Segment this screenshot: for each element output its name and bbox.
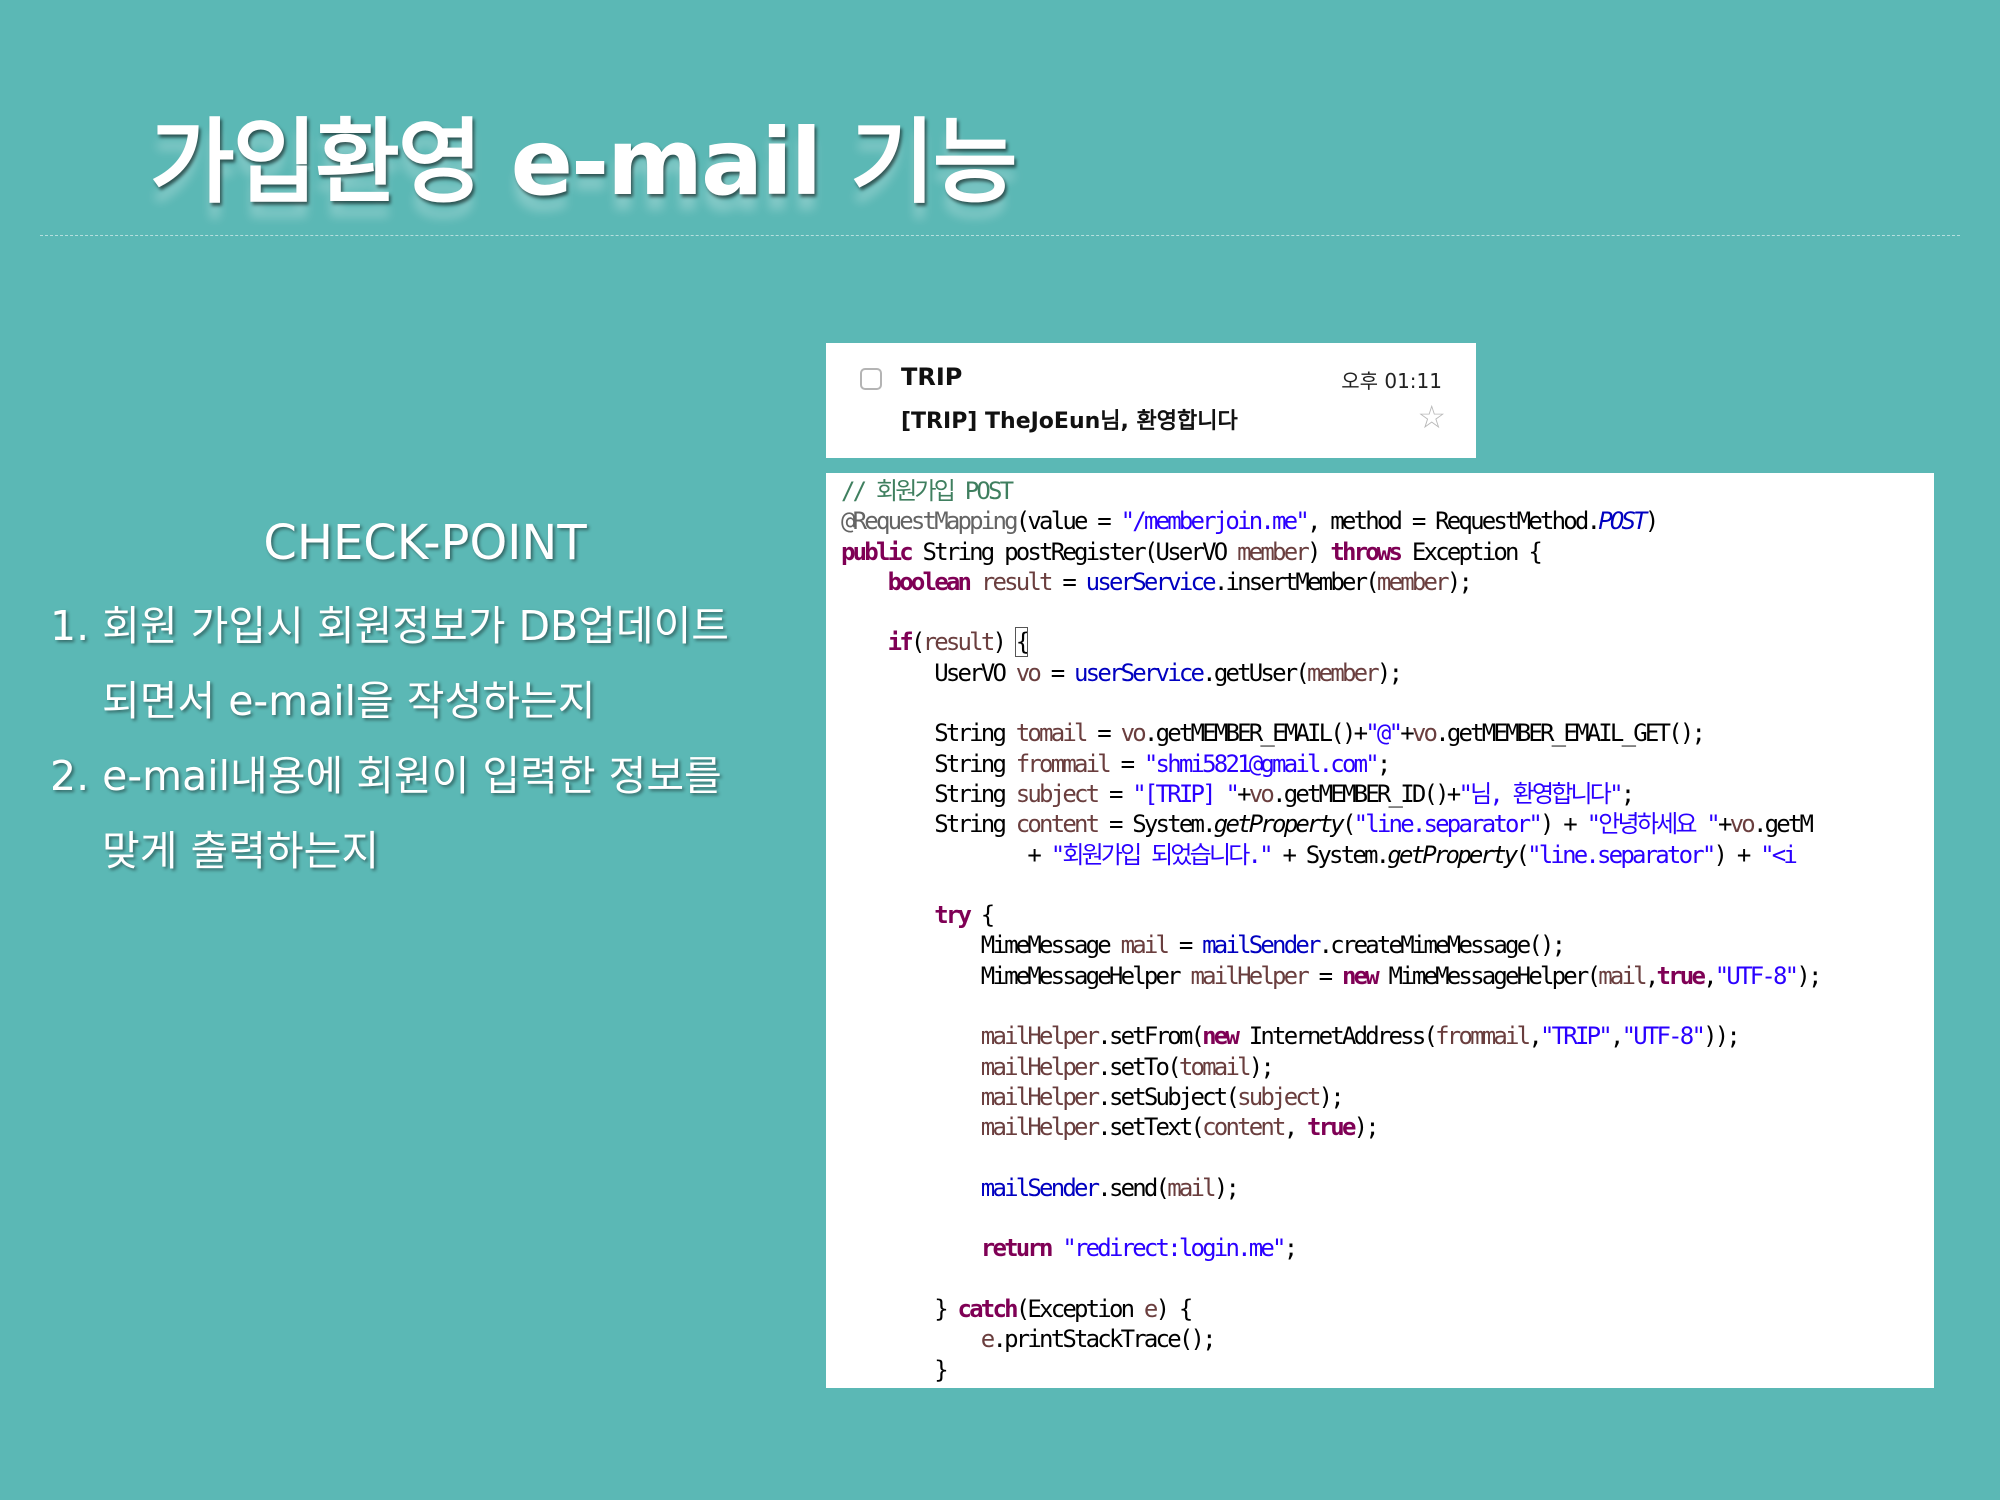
checkpoint-section: CHECK-POINT 1. 회원 가입시 회원정보가 DB업데이트 되면서 e… [50, 515, 800, 889]
checkpoint-item-2: 2. e-mail내용에 회원이 입력한 정보를 맞게 출력하는지 [50, 739, 800, 889]
code-line: @RequestMapping(value = "/memberjoin.me"… [841, 507, 1659, 536]
checkpoint-item-1-line-1: 1. 회원 가입시 회원정보가 DB업데이트 [50, 602, 730, 650]
email-list-item[interactable]: TRIP 오후 01:11 [TRIP] TheJoEun님, 환영합니다 ☆ [826, 343, 1476, 458]
code-line: mailHelper.setSubject(subject); [980, 1082, 1345, 1111]
code-line: MimeMessageHelper mailHelper = new MimeM… [841, 961, 1823, 990]
code-line: UserVO vo = userService.getUser(member); [841, 658, 1403, 687]
code-line: return "redirect:login.me"; [980, 1234, 1298, 1263]
code-line: String frommail = "shmi5821@gmail.com"; [841, 749, 1391, 778]
code-line: String content = System.getProperty("lin… [841, 810, 1814, 839]
checkpoint-item-2-line-1: 2. e-mail내용에 회원이 입력한 정보를 [50, 752, 722, 800]
checkpoint-item-1: 1. 회원 가입시 회원정보가 DB업데이트 되면서 e-mail을 작성하는지 [50, 589, 800, 739]
checkbox-icon[interactable] [860, 368, 882, 390]
code-line: String tomail = vo.getMEMBER_EMAIL()+"@"… [841, 719, 1706, 748]
slide-title: 가입환영 e-mail 기능 [150, 109, 1017, 216]
email-time: 오후 01:11 [1341, 369, 1442, 393]
code-line: // 회원가입 POST [841, 477, 1014, 505]
code-block: // 회원가입 POST @RequestMapping(value = "/m… [826, 473, 1934, 1385]
code-screenshot: // 회원가입 POST @RequestMapping(value = "/m… [826, 473, 1934, 1388]
email-subject[interactable]: [TRIP] TheJoEun님, 환영합니다 [901, 403, 1238, 435]
checkpoint-item-1-line-2: 되면서 e-mail을 작성하는지 [102, 677, 596, 725]
code-line: boolean result = userService.insertMembe… [887, 567, 1473, 596]
code-line: e.printStackTrace(); [980, 1325, 1217, 1354]
title-divider [40, 235, 1960, 236]
code-line: mailSender.send(mail); [980, 1173, 1240, 1202]
code-line: } catch(Exception e) { [841, 1295, 1193, 1324]
email-sender: TRIP [901, 363, 963, 391]
star-icon[interactable]: ☆ [1417, 401, 1446, 433]
code-line: mailHelper.setTo(tomail); [980, 1052, 1275, 1081]
code-line: try { [934, 901, 995, 930]
code-line: String subject = "[TRIP] "+vo.getMEMBER_… [841, 779, 1635, 808]
checkpoint-heading: CHECK-POINT [263, 515, 587, 571]
code-line: + "회원가입 되었습니다." + System.getProperty("li… [841, 840, 1797, 869]
code-line: public String postRegister(UserVO member… [841, 537, 1543, 566]
code-line: } [841, 1355, 948, 1384]
code-line: mailHelper.setFrom(new InternetAddress(f… [980, 1022, 1741, 1051]
code-line: mailHelper.setText(content, true); [980, 1113, 1380, 1142]
code-line: MimeMessage mail = mailSender.createMime… [841, 931, 1566, 960]
code-line: if(result) { [887, 627, 1030, 658]
checkpoint-item-2-line-2: 맞게 출력하는지 [102, 827, 380, 875]
